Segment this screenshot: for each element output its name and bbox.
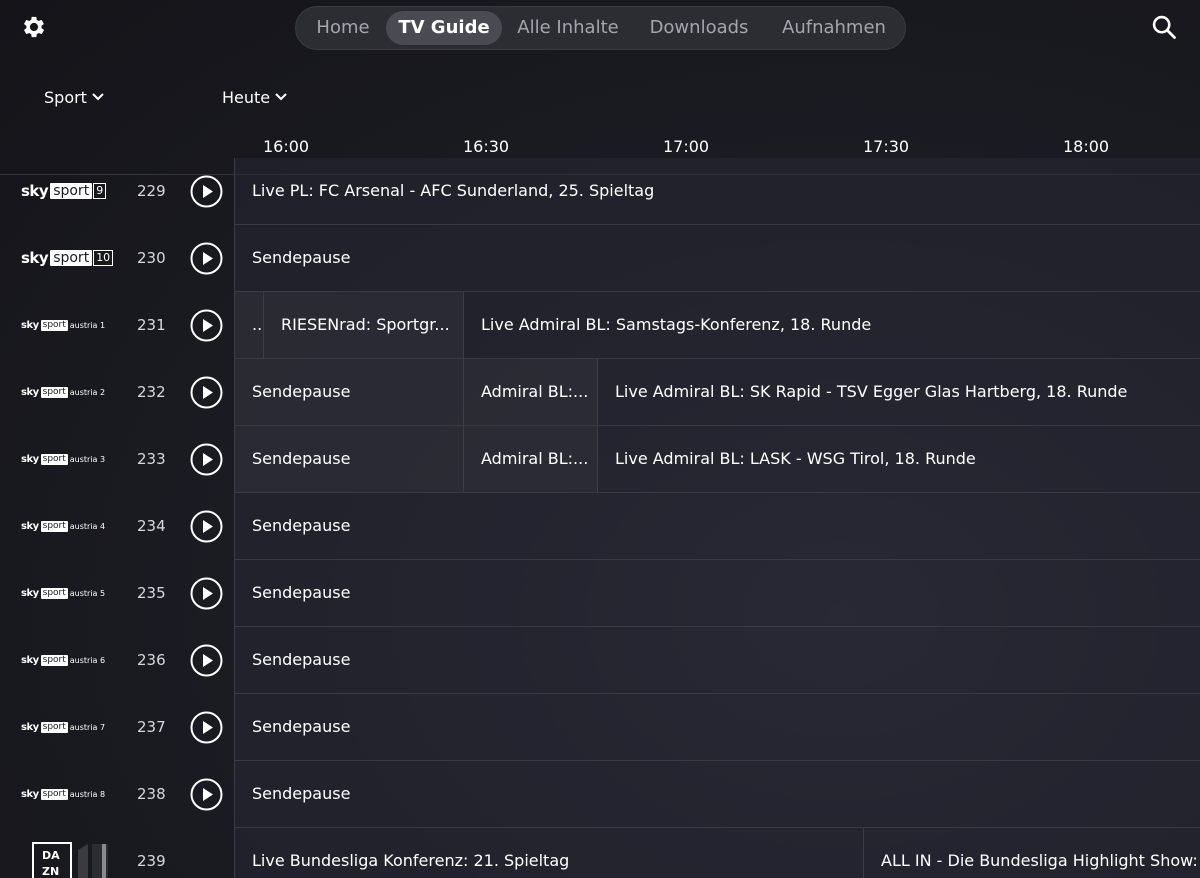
search-icon[interactable] bbox=[1150, 13, 1178, 41]
channel-logo: sky sport austria 4 bbox=[21, 520, 106, 532]
channel-row: sky sport austria 4 234 Sendepause bbox=[0, 493, 1200, 560]
play-icon[interactable] bbox=[190, 778, 223, 811]
channel-info: sky sport austria 3 233 bbox=[0, 426, 234, 492]
play-icon[interactable] bbox=[190, 711, 223, 744]
chevron-down-icon bbox=[92, 93, 104, 101]
play-icon[interactable] bbox=[190, 510, 223, 543]
channel-number: 238 bbox=[137, 785, 166, 803]
channel-logo: sky sport austria 2 bbox=[21, 386, 106, 398]
program-cell[interactable]: Live PL: FC Arsenal - AFC Sunderland, 25… bbox=[234, 158, 1200, 224]
channel-number: 229 bbox=[137, 182, 166, 200]
program-cell[interactable]: Sendepause bbox=[234, 493, 1200, 559]
nav-tab-downloads[interactable]: Downloads bbox=[638, 11, 760, 45]
channel-info: sky sport austria 5 235 bbox=[0, 560, 234, 626]
program-cell[interactable]: Admiral BL:... bbox=[463, 426, 597, 492]
play-icon[interactable] bbox=[190, 376, 223, 409]
program-cell[interactable]: Live Admiral BL: Samstags-Konferenz, 18.… bbox=[463, 292, 1200, 358]
program-cell[interactable]: RIESENrad: Sportgr... bbox=[263, 292, 463, 358]
program-cell[interactable]: Live Bundesliga Konferenz: 21. Spieltag bbox=[234, 828, 863, 878]
dazn-1-logo: DA ZN bbox=[32, 842, 108, 878]
play-icon[interactable] bbox=[190, 644, 223, 677]
channel-number: 237 bbox=[137, 718, 166, 736]
day-filter-dropdown[interactable]: Heute bbox=[222, 86, 288, 108]
play-icon[interactable] bbox=[190, 443, 223, 476]
program-cell[interactable]: ... bbox=[234, 292, 263, 358]
channel-number: 233 bbox=[137, 450, 166, 468]
category-filter-dropdown[interactable]: Sport bbox=[44, 86, 105, 108]
channel-number: 239 bbox=[137, 852, 166, 870]
nav-tab-alle-inhalte[interactable]: Alle Inhalte bbox=[508, 11, 628, 45]
channel-row: sky sport austria 6 236 Sendepause bbox=[0, 627, 1200, 694]
day-filter-label: Heute bbox=[222, 87, 271, 107]
channel-row: sky sport austria 2 232 Sendepause Admir… bbox=[0, 359, 1200, 426]
program-cell[interactable]: Sendepause bbox=[234, 359, 463, 425]
channel-info: sky sport austria 8 238 bbox=[0, 761, 234, 827]
channel-info: sky sport austria 7 237 bbox=[0, 694, 234, 760]
channel-info: sky sport 10 230 bbox=[0, 225, 234, 291]
channel-logo: sky sport 9 bbox=[21, 158, 107, 224]
channel-row: sky sport austria 8 238 Sendepause bbox=[0, 761, 1200, 828]
chevron-down-icon bbox=[275, 93, 287, 101]
channel-logo: sky sport austria 7 bbox=[21, 721, 106, 733]
channel-number: 234 bbox=[137, 517, 166, 535]
time-label: 16:30 bbox=[463, 137, 510, 156]
program-cell[interactable]: Sendepause bbox=[234, 694, 1200, 760]
channel-logo: sky sport 10 bbox=[21, 225, 114, 291]
channel-logo: sky sport austria 8 bbox=[21, 788, 106, 800]
channel-logo: sky sport austria 6 bbox=[21, 654, 106, 666]
channel-number: 235 bbox=[137, 584, 166, 602]
settings-gear-icon[interactable] bbox=[20, 13, 48, 41]
channel-info: sky sport austria 2 232 bbox=[0, 359, 234, 425]
channel-info: sky sport austria 4 234 bbox=[0, 493, 234, 559]
svg-text:DA: DA bbox=[42, 849, 60, 862]
time-label: 17:30 bbox=[863, 137, 910, 156]
channel-info: sky sport austria 1 231 bbox=[0, 292, 234, 358]
channel-logo: sky sport austria 1 bbox=[21, 319, 106, 331]
epg-grid: sky sport 9 229 Live PL: FC Arsenal - AF… bbox=[0, 158, 1200, 878]
channel-info: DA ZN 239 bbox=[0, 828, 234, 878]
main-nav: Home TV Guide Alle Inhalte Downloads Auf… bbox=[295, 6, 906, 50]
program-cell[interactable]: Sendepause bbox=[234, 761, 1200, 827]
channel-row: sky sport austria 5 235 Sendepause bbox=[0, 560, 1200, 627]
channel-number: 231 bbox=[137, 316, 166, 334]
program-cell[interactable]: ALL IN - Die Bundesliga Highlight Show: … bbox=[863, 828, 1200, 878]
time-label: 16:00 bbox=[263, 137, 310, 156]
play-icon[interactable] bbox=[190, 242, 223, 275]
channel-logo: sky sport austria 3 bbox=[21, 453, 106, 465]
channel-row: sky sport austria 1 231 ... RIESENrad: S… bbox=[0, 292, 1200, 359]
nav-tab-tv-guide[interactable]: TV Guide bbox=[386, 11, 502, 45]
tv-guide-screen: Home TV Guide Alle Inhalte Downloads Auf… bbox=[0, 0, 1200, 878]
time-label: 18:00 bbox=[1063, 137, 1110, 156]
channel-row: sky sport austria 3 233 Sendepause Admir… bbox=[0, 426, 1200, 493]
channel-number: 230 bbox=[137, 249, 166, 267]
play-icon[interactable] bbox=[190, 577, 223, 610]
channel-row: DA ZN 239 Live Bundesliga Konferenz: 21.… bbox=[0, 828, 1200, 878]
time-label: 17:00 bbox=[663, 137, 710, 156]
program-cell[interactable]: Sendepause bbox=[234, 560, 1200, 626]
channel-row: sky sport 9 229 Live PL: FC Arsenal - AF… bbox=[0, 158, 1200, 225]
category-filter-label: Sport bbox=[44, 87, 87, 107]
channel-number: 232 bbox=[137, 383, 166, 401]
svg-text:ZN: ZN bbox=[42, 865, 59, 878]
program-cell[interactable]: Sendepause bbox=[234, 225, 1200, 291]
program-cell[interactable]: Live Admiral BL: SK Rapid - TSV Egger Gl… bbox=[597, 359, 1200, 425]
play-icon[interactable] bbox=[190, 309, 223, 342]
program-cell[interactable]: Live Admiral BL: LASK - WSG Tirol, 18. R… bbox=[597, 426, 1200, 492]
channel-number: 236 bbox=[137, 651, 166, 669]
program-cell[interactable]: Sendepause bbox=[234, 627, 1200, 693]
channel-info: sky sport 9 229 bbox=[0, 158, 234, 224]
channel-logo: sky sport austria 5 bbox=[21, 587, 106, 599]
channel-row: sky sport 10 230 Sendepause bbox=[0, 225, 1200, 292]
channel-row: sky sport austria 7 237 Sendepause bbox=[0, 694, 1200, 761]
program-cell[interactable]: Sendepause bbox=[234, 426, 463, 492]
nav-tab-home[interactable]: Home bbox=[302, 11, 384, 45]
nav-tab-aufnahmen[interactable]: Aufnahmen bbox=[772, 11, 896, 45]
program-cell[interactable]: Admiral BL:... bbox=[463, 359, 597, 425]
channel-info: sky sport austria 6 236 bbox=[0, 627, 234, 693]
play-icon[interactable] bbox=[190, 175, 223, 208]
